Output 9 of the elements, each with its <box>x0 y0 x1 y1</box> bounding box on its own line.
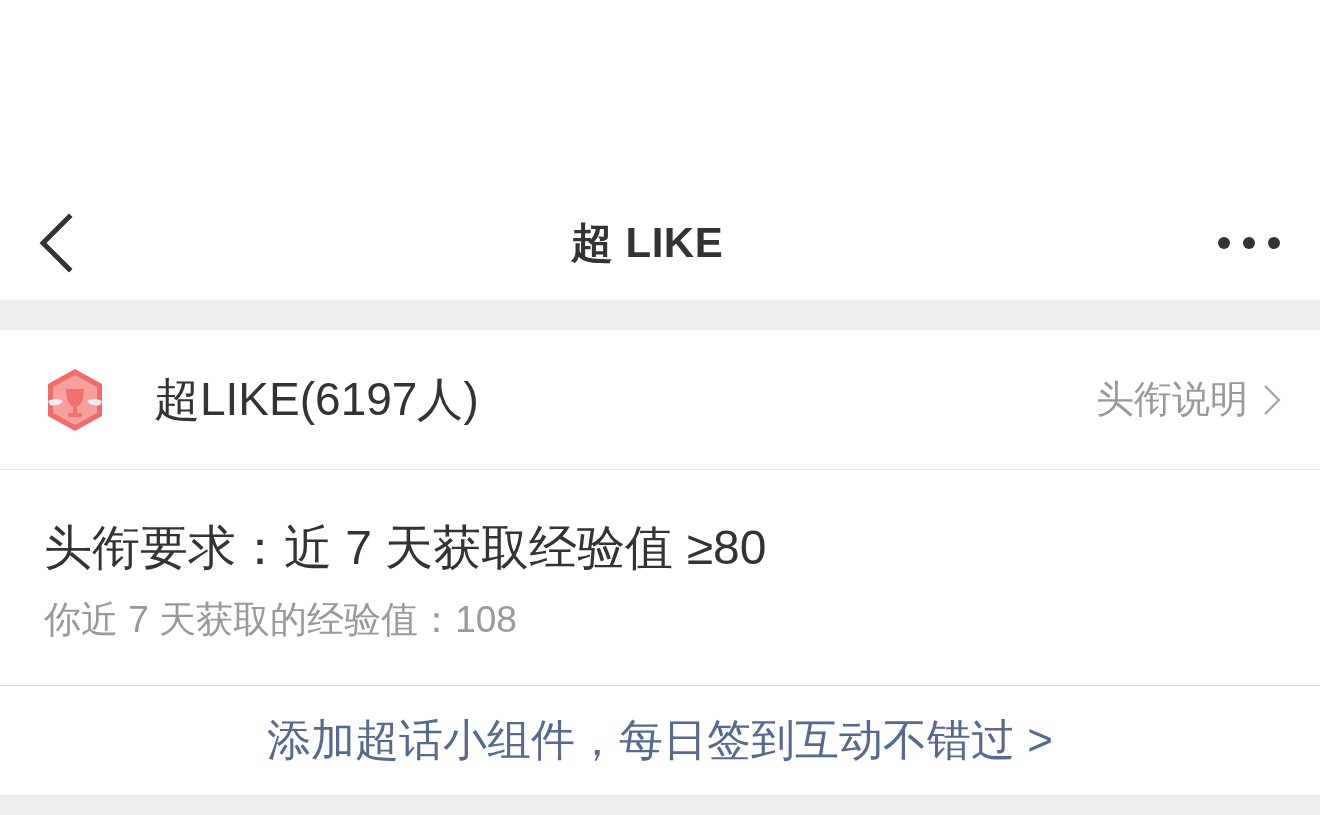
chevron-right-icon <box>1262 382 1282 417</box>
experience-text: 你近 7 天获取的经验值：108 <box>44 598 517 642</box>
requirement-text: 头衔要求：近 7 天获取经验值 ≥80 <box>44 520 767 576</box>
title-info-link[interactable]: 头衔说明 <box>1096 374 1282 425</box>
widget-promo-link[interactable]: 添加超话小组件，每日签到互动不错过 > <box>267 711 1053 770</box>
title-name: 超LIKE(6197人) <box>154 371 480 427</box>
more-dots-icon <box>1217 235 1281 250</box>
back-chevron-icon <box>37 212 73 273</box>
page-title: 超 LIKE <box>570 217 724 268</box>
